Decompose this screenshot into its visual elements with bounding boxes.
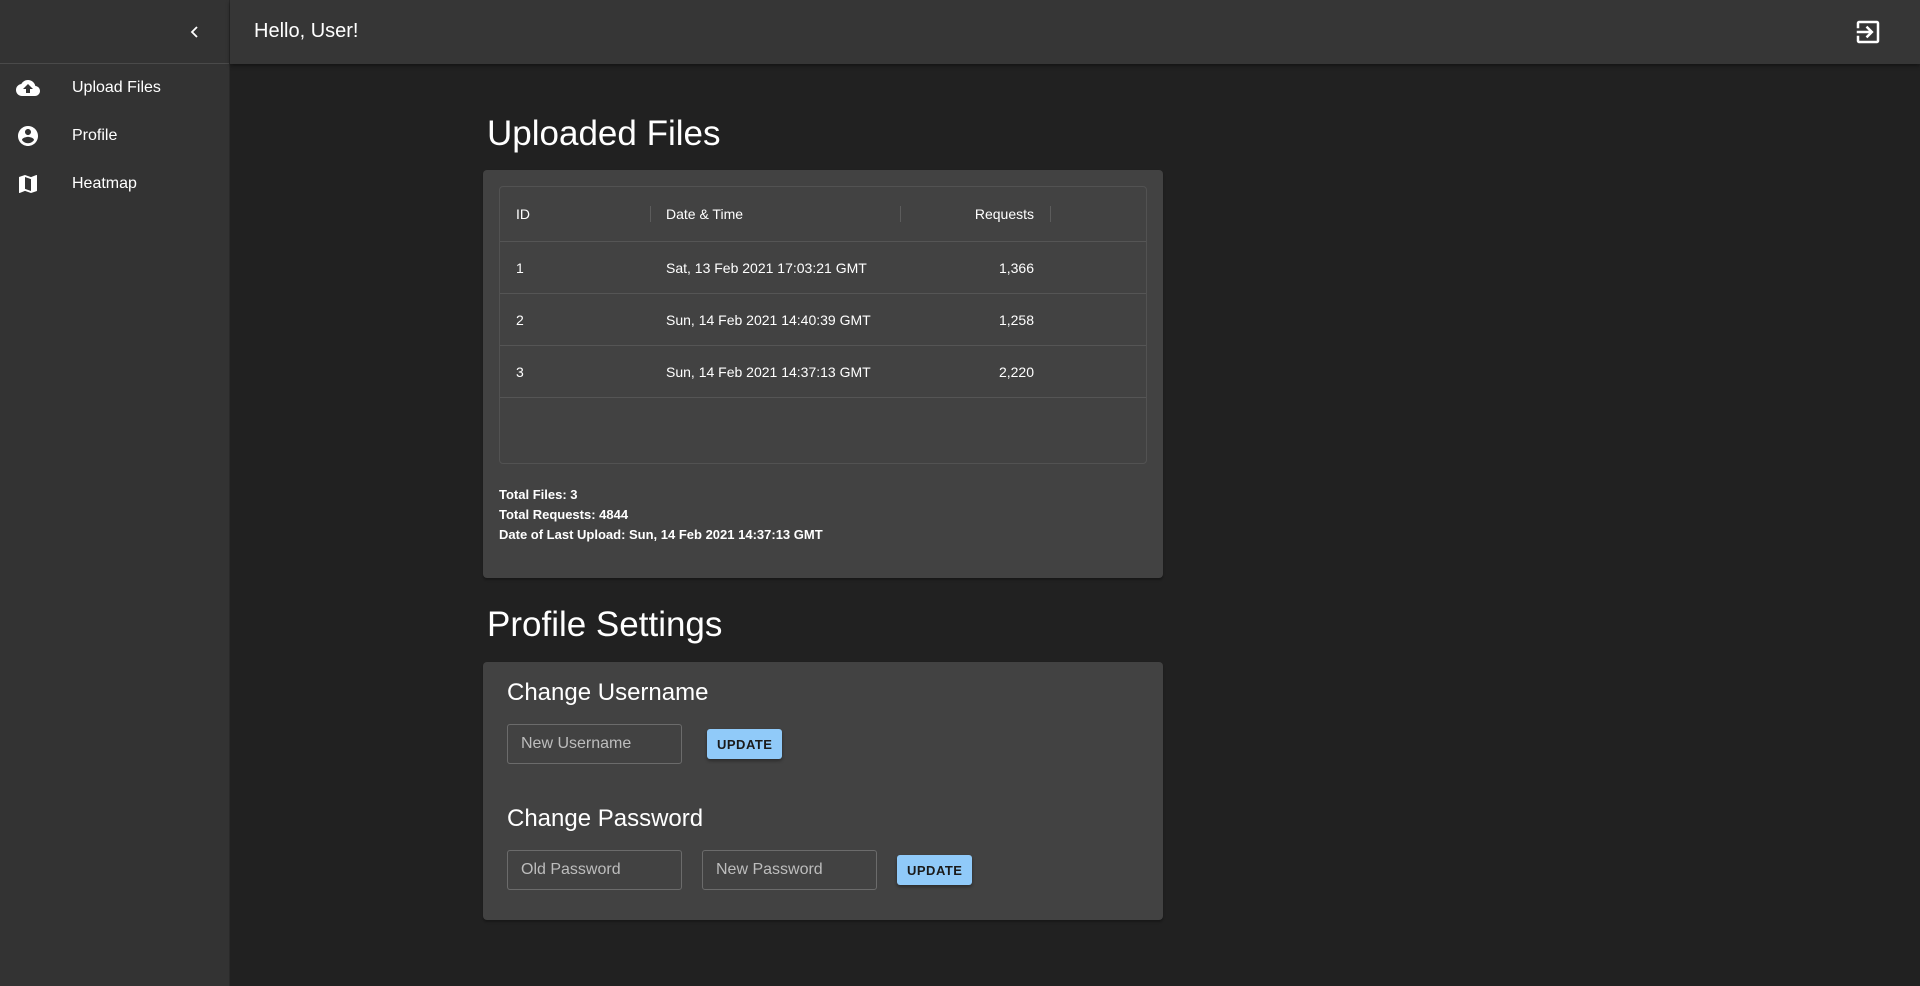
files-table: ID Date & Time Requests 1 Sat, 13 Feb 20… xyxy=(499,186,1147,464)
cell-datetime: Sun, 14 Feb 2021 14:40:39 GMT xyxy=(666,312,871,328)
profile-settings-card: Change Username UPDATE Change Password U… xyxy=(483,662,1163,920)
account-circle-icon xyxy=(14,122,42,150)
files-summary: Total Files: 3 Total Requests: 4844 Date… xyxy=(499,485,823,545)
new-username-input[interactable] xyxy=(507,724,682,764)
uploaded-files-card: ID Date & Time Requests 1 Sat, 13 Feb 20… xyxy=(483,170,1163,578)
sidebar-item-label: Upload Files xyxy=(72,79,161,96)
column-separator[interactable] xyxy=(1050,206,1051,222)
sidebar-header xyxy=(0,0,229,64)
profile-settings-title: Profile Settings xyxy=(487,605,723,644)
sidebar-item-label: Profile xyxy=(72,127,118,144)
table-row[interactable]: 1 Sat, 13 Feb 2021 17:03:21 GMT 1,366 xyxy=(500,242,1146,294)
top-app-bar: Hello, User! xyxy=(230,0,1920,64)
column-header-requests[interactable]: Requests xyxy=(900,187,1034,242)
map-icon xyxy=(14,170,42,198)
change-password-heading: Change Password xyxy=(507,805,704,832)
sidebar-item-label: Heatmap xyxy=(72,175,137,192)
total-requests-text: Total Requests: 4844 xyxy=(499,507,629,522)
logout-button[interactable] xyxy=(1852,16,1884,48)
cell-requests: 1,366 xyxy=(998,260,1034,276)
change-username-heading: Change Username xyxy=(507,679,709,706)
new-password-input[interactable] xyxy=(702,850,877,890)
table-row[interactable]: 3 Sun, 14 Feb 2021 14:37:13 GMT 2,220 xyxy=(500,346,1146,398)
total-files-text: Total Files: 3 xyxy=(499,487,578,502)
collapse-sidebar-button[interactable] xyxy=(181,18,209,46)
cloud-upload-icon xyxy=(14,74,42,102)
logout-icon xyxy=(1856,20,1880,44)
old-password-input[interactable] xyxy=(507,850,682,890)
table-row[interactable]: 2 Sun, 14 Feb 2021 14:40:39 GMT 1,258 xyxy=(500,294,1146,346)
cell-id: 1 xyxy=(516,260,524,276)
uploaded-files-title: Uploaded Files xyxy=(487,114,721,153)
chevron-left-icon xyxy=(190,26,198,38)
cell-datetime: Sun, 14 Feb 2021 14:37:13 GMT xyxy=(666,364,871,380)
cell-id: 2 xyxy=(516,312,524,328)
cell-requests: 2,220 xyxy=(998,364,1034,380)
sidebar: Upload Files Profile Heatmap xyxy=(0,0,230,986)
cell-datetime: Sat, 13 Feb 2021 17:03:21 GMT xyxy=(666,260,867,276)
main-content: Uploaded Files ID Date & Time Requests 1… xyxy=(230,64,1920,986)
column-header-requests-wrap: Requests xyxy=(900,187,1434,242)
cell-requests: 1,258 xyxy=(998,312,1034,328)
sidebar-item-upload-files[interactable]: Upload Files xyxy=(0,64,229,112)
table-header: ID Date & Time Requests xyxy=(500,187,1146,242)
update-username-button[interactable]: UPDATE xyxy=(707,729,783,759)
column-header-id[interactable]: ID xyxy=(516,187,530,242)
sidebar-item-heatmap[interactable]: Heatmap xyxy=(0,160,229,208)
greeting-text: Hello, User! xyxy=(254,20,359,42)
cell-id: 3 xyxy=(516,364,524,380)
update-password-button[interactable]: UPDATE xyxy=(897,855,973,885)
last-upload-text: Date of Last Upload: Sun, 14 Feb 2021 14… xyxy=(499,527,823,542)
column-header-datetime[interactable]: Date & Time xyxy=(666,187,743,242)
sidebar-item-profile[interactable]: Profile xyxy=(0,112,229,160)
column-separator[interactable] xyxy=(650,206,651,222)
